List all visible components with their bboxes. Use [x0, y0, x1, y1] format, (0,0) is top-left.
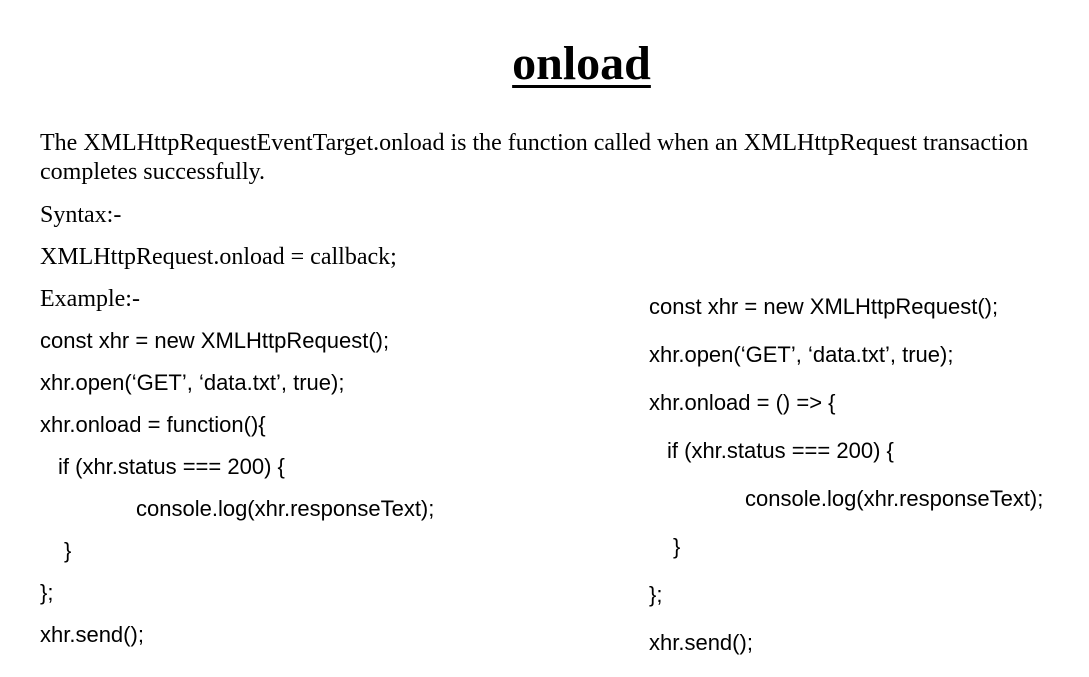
example-label: Example:- — [40, 286, 140, 312]
syntax-line: XMLHttpRequest.onload = callback; — [40, 244, 397, 270]
code-line: if (xhr.status === 200) { — [58, 454, 285, 479]
code-line: xhr.send(); — [649, 630, 753, 655]
code-line: const xhr = new XMLHttpRequest(); — [40, 328, 390, 353]
code-line: } — [673, 534, 681, 559]
code-line: console.log(xhr.responseText); — [745, 486, 1044, 511]
code-line: xhr.send(); — [40, 622, 144, 647]
code-line: xhr.open(‘GET’, ‘data.txt’, true); — [40, 370, 345, 395]
code-line: xhr.onload = () => { — [649, 390, 836, 415]
page-title: onload — [512, 37, 651, 90]
code-line: }; — [649, 582, 663, 607]
syntax-label: Syntax:- — [40, 202, 122, 228]
code-line: if (xhr.status === 200) { — [667, 438, 894, 463]
code-line: const xhr = new XMLHttpRequest(); — [649, 294, 999, 319]
code-line: }; — [40, 580, 54, 605]
code-line: xhr.open(‘GET’, ‘data.txt’, true); — [649, 342, 954, 367]
code-line: } — [64, 538, 72, 563]
code-line: console.log(xhr.responseText); — [136, 496, 435, 521]
description-text: The XMLHttpRequestEventTarget.onload is … — [40, 130, 1029, 185]
code-line: xhr.onload = function(){ — [40, 412, 266, 437]
